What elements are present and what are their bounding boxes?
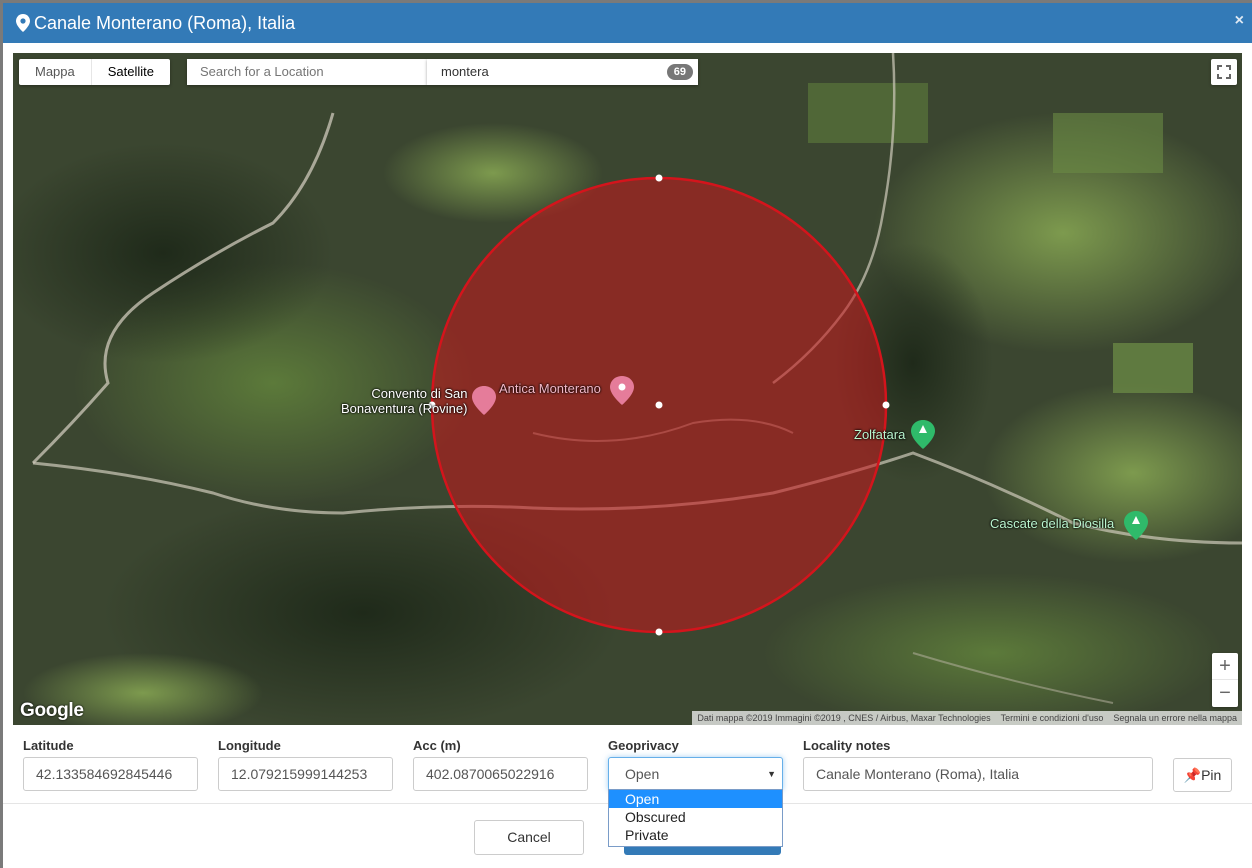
cancel-button[interactable]: Cancel: [474, 820, 584, 855]
map-label-convento-line1: Convento di San: [371, 386, 468, 401]
zoom-in-button[interactable]: +: [1212, 653, 1238, 680]
geoprivacy-select[interactable]: Open ▼: [608, 757, 783, 791]
latitude-field: Latitude 42.133584692845446: [23, 738, 198, 791]
zoom-out-button[interactable]: −: [1212, 680, 1238, 707]
locality-input[interactable]: Canale Monterano (Roma), Italia: [803, 757, 1153, 791]
geoprivacy-option-open[interactable]: Open: [609, 790, 782, 808]
geoprivacy-dropdown: Open Obscured Private: [608, 789, 783, 847]
geoprivacy-field: Geoprivacy Open ▼: [608, 738, 783, 791]
longitude-field: Longitude 12.079215999144253: [218, 738, 393, 791]
longitude-input[interactable]: 12.079215999144253: [218, 757, 393, 791]
map-view[interactable]: Convento di San Bonaventura (Rovine) Ant…: [13, 53, 1242, 725]
accuracy-label: Acc (m): [413, 738, 461, 753]
accuracy-input[interactable]: 402.0870065022916: [413, 757, 588, 791]
map-marker-icon: [16, 14, 30, 32]
accuracy-field: Acc (m) 402.0870065022916: [413, 738, 588, 791]
locality-label: Locality notes: [803, 738, 891, 753]
terms-link[interactable]: Termini e condizioni d'uso: [996, 711, 1109, 725]
query-text: montera: [441, 64, 489, 79]
query-input[interactable]: montera 69: [427, 59, 698, 85]
map-type-mappa[interactable]: Mappa: [19, 59, 91, 85]
map-label-antica-monterano[interactable]: Antica Monterano: [499, 381, 601, 396]
location-modal: Canale Monterano (Roma), Italia × Conven…: [3, 3, 1252, 868]
google-logo: Google: [20, 700, 84, 721]
geoprivacy-label: Geoprivacy: [608, 738, 679, 753]
report-error-link[interactable]: Segnala un errore nella mappa: [1108, 711, 1242, 725]
map-label-convento-line2: Bonaventura (Rovine): [341, 401, 468, 416]
latitude-input[interactable]: 42.133584692845446: [23, 757, 198, 791]
geoprivacy-selected: Open: [625, 766, 660, 782]
location-search-input[interactable]: Search for a Location: [187, 59, 427, 85]
map-attribution: Dati mappa ©2019 Immagini ©2019 , CNES /…: [692, 711, 1242, 725]
fullscreen-button[interactable]: [1211, 59, 1237, 85]
pushpin-icon: 📌: [1183, 767, 1202, 783]
pin-button-label: Pin: [1201, 767, 1222, 783]
attribution-data: Dati mappa ©2019 Immagini ©2019 , CNES /…: [697, 713, 991, 723]
modal-title: Canale Monterano (Roma), Italia: [34, 13, 296, 33]
fullscreen-icon: [1217, 65, 1231, 79]
map-label-convento: Convento di San Bonaventura (Rovine): [341, 386, 468, 416]
latitude-label: Latitude: [23, 738, 74, 753]
locality-field: Locality notes Canale Monterano (Roma), …: [803, 738, 1153, 791]
zoom-control: + −: [1212, 653, 1238, 707]
chevron-down-icon: ▼: [767, 769, 776, 779]
geoprivacy-option-private[interactable]: Private: [609, 826, 782, 844]
close-icon[interactable]: ×: [1235, 12, 1244, 30]
result-count-badge: 69: [666, 64, 693, 80]
satellite-imagery: [13, 53, 1242, 725]
modal-header: Canale Monterano (Roma), Italia ×: [3, 3, 1252, 43]
map-type-satellite[interactable]: Satellite: [90, 59, 170, 85]
pin-button[interactable]: 📌Pin: [1173, 758, 1232, 792]
longitude-label: Longitude: [218, 738, 281, 753]
geoprivacy-option-obscured[interactable]: Obscured: [609, 808, 782, 826]
map-type-control: Mappa Satellite: [19, 59, 170, 85]
map-label-cascate[interactable]: Cascate della Diosilla: [990, 516, 1114, 531]
map-label-zolfatara[interactable]: Zolfatara: [854, 427, 905, 442]
